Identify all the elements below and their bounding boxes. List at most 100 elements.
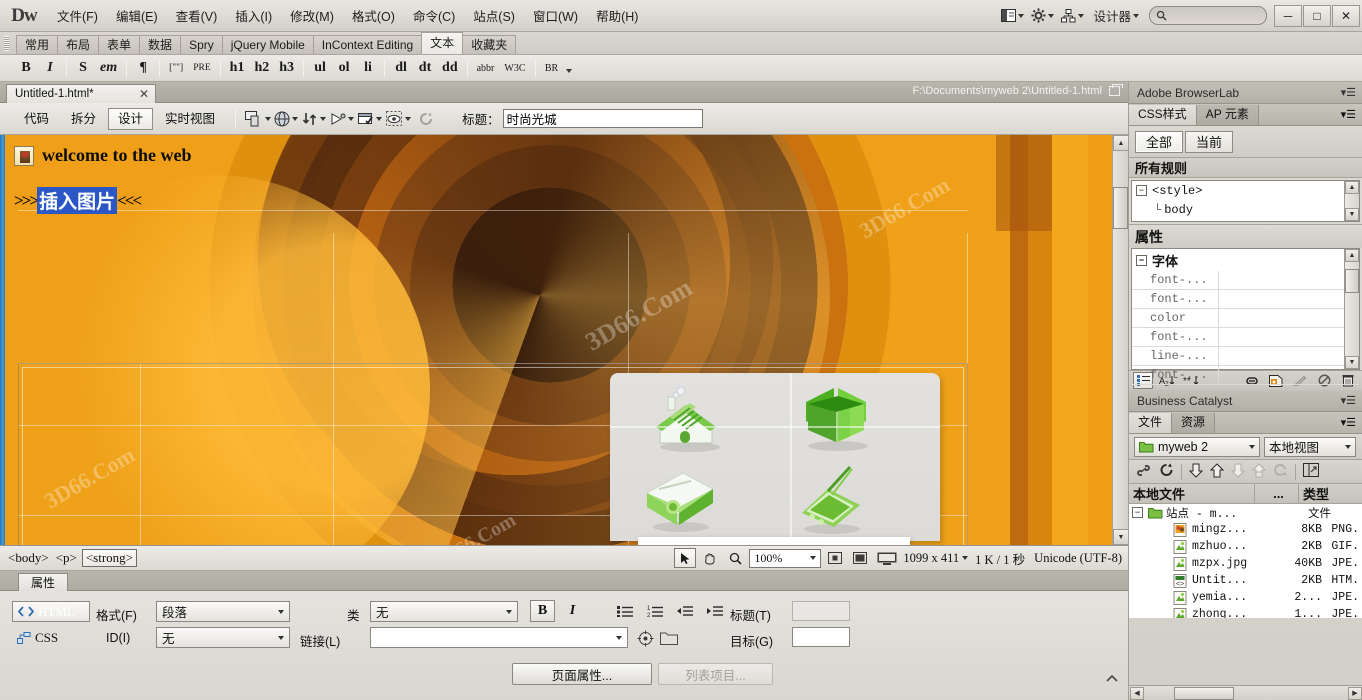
column-type[interactable]: 类型 — [1299, 484, 1362, 504]
bold-button[interactable]: B — [530, 600, 555, 622]
minimize-button[interactable]: ─ — [1274, 5, 1302, 27]
browserlab-panel-title[interactable]: Adobe BrowserLab ▾☰ — [1129, 82, 1362, 104]
insert-bar-grip[interactable] — [4, 36, 9, 51]
canvas-vertical-scrollbar[interactable]: ▲ ▼ — [1112, 135, 1128, 545]
tag-body[interactable]: <body> — [6, 550, 51, 566]
point-to-file-icon[interactable] — [634, 628, 656, 648]
menu-item-commands[interactable]: 命令(C) — [404, 3, 464, 28]
scroll-up-icon[interactable]: ▲ — [1113, 135, 1128, 151]
search-box[interactable] — [1149, 6, 1267, 25]
id-select[interactable]: 无 — [156, 627, 290, 648]
zoom-select[interactable]: 100% — [749, 549, 821, 568]
collapse-icon[interactable]: − — [1136, 255, 1147, 266]
window-dimensions[interactable]: 1099 x 411 — [903, 551, 959, 566]
insert-tab-forms[interactable]: 表单 — [98, 35, 140, 54]
view-button-design[interactable]: 设计 — [108, 108, 153, 130]
page-properties-button[interactable]: 页面属性... — [512, 663, 652, 685]
scroll-left-icon[interactable]: ◀ — [1130, 687, 1144, 700]
property-tab-properties[interactable]: 属性 — [18, 573, 68, 591]
italic-button[interactable]: I — [39, 58, 61, 79]
ordered-list-icon[interactable]: 12 — [644, 601, 666, 621]
collapse-icon[interactable]: − — [1136, 185, 1147, 196]
site-select[interactable]: myweb 2 — [1134, 437, 1260, 457]
class-select[interactable]: 无 — [370, 601, 518, 622]
synchronize-icon[interactable] — [1273, 463, 1288, 480]
rules-tree[interactable]: − <style> └ body ▲ ▼ — [1131, 180, 1360, 222]
abbr-button[interactable]: abbr — [473, 58, 499, 79]
ol-button[interactable]: ol — [333, 58, 355, 79]
menu-item-insert[interactable]: 插入(I) — [226, 3, 281, 28]
check-in-icon[interactable] — [1252, 463, 1266, 481]
insert-tab-common[interactable]: 常用 — [16, 35, 58, 54]
list-item-button[interactable]: 列表项目... — [658, 663, 773, 685]
validate-markup-icon[interactable] — [357, 107, 383, 131]
insert-tab-favorites[interactable]: 收藏夹 — [462, 35, 516, 54]
scroll-down-icon[interactable]: ▼ — [1113, 529, 1128, 545]
property-row[interactable]: font-... — [1132, 290, 1359, 309]
menu-item-help[interactable]: 帮助(H) — [587, 3, 647, 28]
scope-all-button[interactable]: 全部 — [1135, 131, 1183, 153]
tag-p[interactable]: <p> — [54, 550, 79, 566]
menu-item-view[interactable]: 查看(V) — [167, 3, 227, 28]
window-size-medium-icon[interactable] — [849, 548, 871, 568]
view-button-split[interactable]: 拆分 — [61, 108, 106, 130]
hand-tool-icon[interactable] — [699, 548, 721, 568]
tab-css-styles[interactable]: CSS样式 — [1129, 105, 1197, 125]
insert-tab-incontext-editing[interactable]: InContext Editing — [313, 35, 422, 54]
collapse-icon[interactable]: − — [1132, 507, 1143, 518]
scrollbar-thumb[interactable] — [1345, 269, 1359, 293]
file-row[interactable]: mzpx.jpg 40KB JPE. — [1129, 555, 1362, 572]
maximize-button[interactable]: □ — [1303, 5, 1331, 27]
css-property-grid[interactable]: − 字体 font-... font-... color font-... li… — [1131, 248, 1360, 370]
preview-in-browser-icon[interactable] — [273, 107, 299, 131]
connect-remote-icon[interactable] — [1135, 464, 1152, 480]
file-row[interactable]: yemia... 2... JPE. — [1129, 589, 1362, 606]
file-row[interactable]: zhong... 1... JPE. — [1129, 606, 1362, 618]
view-mode-select[interactable]: 本地视图 — [1264, 437, 1356, 457]
view-button-code[interactable]: 代码 — [14, 108, 59, 130]
em-button[interactable]: em — [96, 58, 121, 79]
code-navigator-icon[interactable] — [329, 107, 355, 131]
rule-row-body[interactable]: └ body — [1132, 200, 1359, 219]
scroll-down-icon[interactable]: ▼ — [1345, 356, 1359, 369]
web-page-preview[interactable]: welcome to the web >>> 插入图片 <<< 3D66.Com… — [0, 135, 1112, 545]
view-button-live[interactable]: 实时视图 — [155, 108, 225, 130]
document-tab[interactable]: Untitled-1.html* ✕ — [6, 84, 156, 103]
scrollbar-thumb[interactable] — [1113, 187, 1128, 229]
layout-switch-icon[interactable] — [997, 3, 1027, 29]
gear-icon[interactable] — [1027, 3, 1057, 29]
target-input[interactable] — [792, 627, 850, 647]
bold-button[interactable]: B — [15, 58, 37, 79]
window-size-small-icon[interactable] — [824, 548, 846, 568]
insert-tab-spry[interactable]: Spry — [180, 35, 223, 54]
search-input[interactable] — [1167, 9, 1259, 23]
panel-menu-icon[interactable]: ▾☰ — [1341, 108, 1356, 121]
w3c-button[interactable]: W3C — [500, 58, 529, 79]
menu-item-site[interactable]: 站点(S) — [464, 3, 524, 28]
column-local-files[interactable]: 本地文件 — [1129, 484, 1255, 504]
business-catalyst-panel-title[interactable]: Business Catalyst ▾☰ — [1129, 390, 1362, 412]
tab-ap-elements[interactable]: AP 元素 — [1197, 105, 1259, 125]
workspace-switcher[interactable]: 设计器 — [1087, 4, 1145, 27]
insert-image-line[interactable]: >>> 插入图片 <<< — [14, 187, 140, 214]
tab-files[interactable]: 文件 — [1129, 413, 1172, 433]
panel-menu-icon[interactable]: ▾☰ — [1341, 394, 1356, 407]
property-group-font[interactable]: − 字体 — [1132, 249, 1359, 271]
files-list[interactable]: − 站点 - m... 文件 mingz... 8KB PNG. mzhuo..… — [1129, 504, 1362, 618]
h3-button[interactable]: h3 — [275, 58, 298, 79]
scope-current-button[interactable]: 当前 — [1185, 131, 1233, 153]
scrollbar-thumb[interactable] — [1174, 687, 1234, 700]
rules-scrollbar[interactable]: ▲ ▼ — [1344, 181, 1359, 221]
line-break-button[interactable]: BR — [541, 58, 563, 79]
expand-files-panel-icon[interactable] — [1303, 463, 1319, 480]
file-row[interactable]: <> Untit... 2KB HTM. — [1129, 572, 1362, 589]
window-size-full-icon[interactable] — [874, 548, 900, 568]
multiscreen-preview-icon[interactable] — [245, 107, 271, 131]
property-value[interactable] — [1218, 366, 1359, 384]
property-value[interactable] — [1218, 328, 1359, 346]
insert-tab-data[interactable]: 数据 — [139, 35, 181, 54]
menu-item-modify[interactable]: 修改(M) — [281, 3, 343, 28]
browse-folder-icon[interactable] — [658, 628, 680, 648]
dd-button[interactable]: dd — [438, 58, 462, 79]
close-button[interactable]: ✕ — [1332, 5, 1360, 27]
